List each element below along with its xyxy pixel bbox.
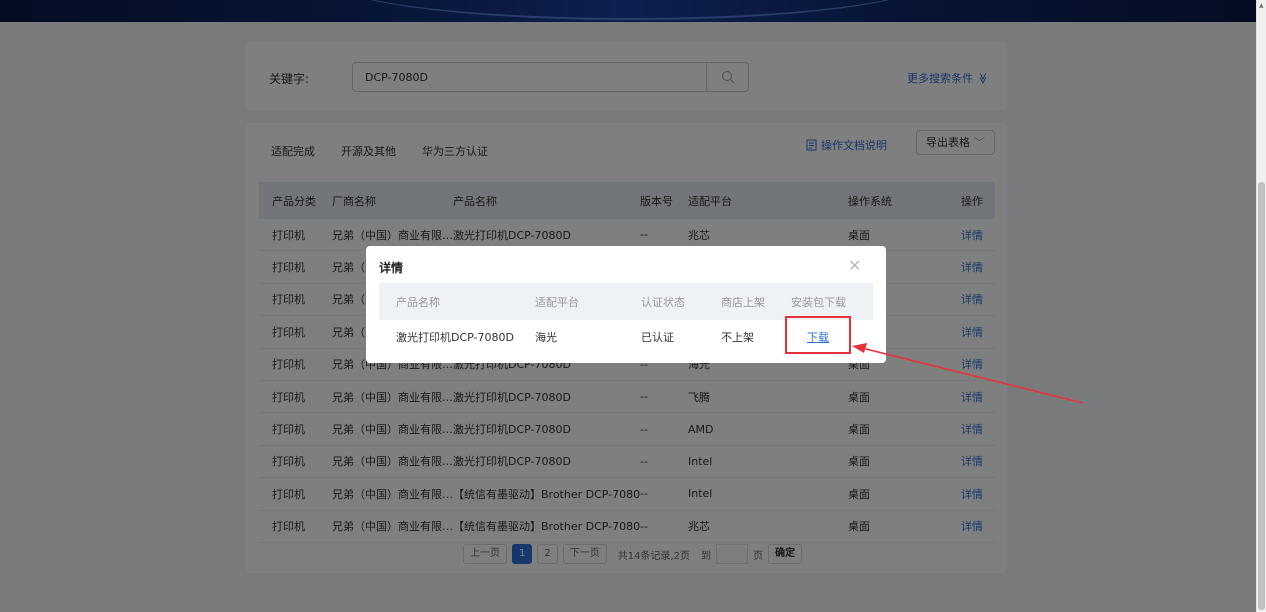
- modal-header-product: 产品名称: [396, 295, 440, 309]
- modal-product-name: 激光打印机DCP-7080D: [396, 330, 514, 344]
- modal-header-store: 商店上架: [721, 295, 765, 309]
- modal-header-cert: 认证状态: [641, 295, 685, 309]
- modal-store-status: 不上架: [721, 330, 754, 344]
- page-scrollbar[interactable]: ▲: [1256, 0, 1266, 612]
- scroll-up-icon[interactable]: ▲: [1259, 2, 1264, 9]
- modal-table-header: 产品名称 适配平台 认证状态 商店上架 安装包下载: [379, 283, 873, 320]
- modal-cert-status: 已认证: [641, 330, 674, 344]
- modal-title: 详情: [379, 261, 404, 275]
- scroll-thumb[interactable]: [1258, 182, 1265, 610]
- modal-header-platform: 适配平台: [535, 295, 579, 309]
- modal-header-download: 安装包下载: [791, 295, 846, 309]
- close-icon[interactable]: ✕: [848, 256, 861, 275]
- modal-platform: 海光: [535, 330, 557, 344]
- download-highlight-box: [785, 316, 851, 354]
